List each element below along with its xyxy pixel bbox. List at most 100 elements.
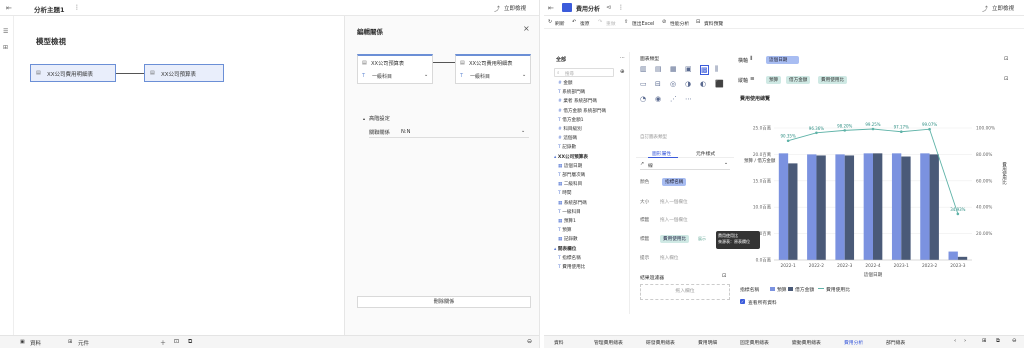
- preview-icon[interactable]: ⊟: [696, 19, 700, 25]
- field-item[interactable]: # 業者 系統部門碼: [558, 98, 597, 104]
- field-item[interactable]: ▦ 系統部門碼: [558, 200, 587, 206]
- sheet-tab[interactable]: 管理費用總表: [594, 339, 623, 346]
- chart-type-option[interactable]: ⋰: [670, 95, 677, 103]
- settings-icon[interactable]: ⊖: [527, 338, 532, 345]
- collapse-icon[interactable]: ▴: [363, 116, 365, 121]
- table-group-header[interactable]: ▴ 開表欄位: [554, 246, 576, 252]
- legend-budget[interactable]: 預算: [777, 286, 787, 293]
- tooltip-field-chip[interactable]: 費用使用比: [660, 235, 689, 243]
- add-dashboard-icon[interactable]: ⧉: [996, 338, 1000, 345]
- prev-sheet-icon[interactable]: ‹: [954, 338, 956, 344]
- chart-type-option[interactable]: ▭: [640, 80, 647, 88]
- field-item[interactable]: ▦ 記錄數: [558, 236, 578, 242]
- chart-type-option[interactable]: ⫼: [715, 65, 718, 74]
- view-now-button[interactable]: 立即檢視: [992, 4, 1014, 12]
- field-item[interactable]: T 費用使用比: [558, 264, 585, 270]
- chart-type-option[interactable]: ◐: [700, 80, 706, 88]
- tab-data[interactable]: 資料: [30, 339, 41, 347]
- y-axis-chip-ratio[interactable]: 費用使用比: [818, 76, 847, 84]
- relation-card-budget[interactable]: ▤ XX公司預算表 T 一級科目 ⌄: [357, 54, 433, 84]
- chart-type-option[interactable]: ⋯: [685, 95, 692, 103]
- more-icon[interactable]: ⋯: [620, 55, 625, 61]
- refresh-button[interactable]: 刷新: [555, 20, 565, 27]
- field-item[interactable]: # 這個碼: [558, 135, 577, 141]
- table-group-header[interactable]: ▴ XX公司預算表: [554, 154, 588, 160]
- back-icon[interactable]: ⇤: [548, 4, 554, 12]
- chart-type-option[interactable]: ▩: [700, 65, 709, 75]
- field-item[interactable]: T 部門層次碼: [558, 172, 585, 178]
- field-item[interactable]: ▦ 二級科目: [558, 181, 582, 187]
- field-item[interactable]: T 記錄數: [558, 144, 576, 150]
- share-icon[interactable]: ⤴: [494, 4, 500, 13]
- performance-button[interactable]: 性能分析: [670, 20, 689, 27]
- y-axis-chip-budget[interactable]: 預算: [766, 76, 782, 84]
- chevron-down-icon[interactable]: ⌄: [521, 128, 525, 134]
- add-sheet-icon[interactable]: ⊡: [174, 338, 179, 345]
- relation-card-expense[interactable]: ▤ XX公司費用明細表 T 一級科目 ⌄: [455, 54, 531, 84]
- relation-line[interactable]: [116, 73, 144, 74]
- field-item[interactable]: ▦ 預算1: [558, 218, 576, 224]
- share-link-icon[interactable]: ⊲: [606, 4, 611, 11]
- field-item[interactable]: T 一級科目: [558, 209, 581, 215]
- view-now-button[interactable]: 立即檢視: [504, 4, 526, 12]
- add-sheet-icon[interactable]: ⊞: [982, 338, 987, 344]
- checkbox-checked-icon[interactable]: ✓: [740, 299, 745, 304]
- list-icon[interactable]: ☰: [3, 28, 8, 35]
- sheet-tab[interactable]: 費用分析: [844, 339, 863, 346]
- sheet-tab[interactable]: 費用明細: [698, 339, 717, 346]
- chevron-down-icon[interactable]: ⌄: [522, 72, 526, 78]
- field-item[interactable]: T 時間: [558, 190, 571, 196]
- field-item[interactable]: # 金額: [558, 80, 573, 86]
- share-icon[interactable]: ⤴: [982, 4, 988, 13]
- sheet-tab[interactable]: 固定費用總表: [740, 339, 769, 346]
- refresh-icon[interactable]: ↻: [548, 19, 552, 25]
- mark-style-select[interactable]: ↗ 線 ⌄: [640, 161, 730, 170]
- tab-component[interactable]: 元件: [78, 339, 89, 347]
- back-icon[interactable]: ⇤: [6, 4, 12, 12]
- chevron-down-icon[interactable]: ⌄: [424, 72, 428, 78]
- field-item[interactable]: ▦ 這個日期: [558, 163, 582, 169]
- lock-icon[interactable]: ⊡: [722, 273, 726, 279]
- field-item[interactable]: T 預算: [558, 227, 571, 233]
- chart-type-option[interactable]: ◉: [655, 95, 661, 103]
- performance-icon[interactable]: ⊘: [662, 19, 666, 25]
- tab-graph-properties[interactable]: 圖形屬性: [652, 150, 671, 157]
- table-card-expense[interactable]: ▤ XX公司費用明細表: [30, 64, 116, 82]
- more-icon[interactable]: ⋮: [618, 4, 624, 11]
- filter-dropzone[interactable]: 拖入欄位: [640, 284, 730, 300]
- undo-button[interactable]: 復原: [580, 20, 590, 27]
- chart-type-option[interactable]: ◎: [670, 80, 676, 88]
- tab-all[interactable]: 全部: [556, 56, 566, 63]
- undo-icon[interactable]: ↶: [572, 19, 576, 25]
- chart-type-option[interactable]: ⊟: [655, 80, 661, 88]
- field-item[interactable]: # 借方金額 系統部門碼: [558, 108, 606, 114]
- sheet-tab[interactable]: 變動費用總表: [792, 339, 821, 346]
- label-dropzone[interactable]: 拖入一個欄位: [660, 217, 688, 223]
- chart-type-option[interactable]: ▥: [640, 65, 647, 73]
- sheet-tab[interactable]: 部門總表: [886, 339, 905, 346]
- field-item[interactable]: T 借方金額1: [558, 117, 584, 123]
- delete-relation-button[interactable]: 刪除關係: [357, 296, 531, 308]
- add-tab-icon[interactable]: ＋: [160, 338, 166, 347]
- settings-icon[interactable]: ⊖: [1012, 338, 1017, 344]
- field-item[interactable]: T 系統部門碼: [558, 89, 585, 95]
- x-axis-chip[interactable]: 這個日期: [766, 56, 800, 64]
- export-button[interactable]: 匯出Excel: [632, 20, 654, 27]
- sheet-tab[interactable]: 資料: [554, 339, 564, 346]
- chart-type-option[interactable]: ◑: [685, 80, 691, 88]
- add-dashboard-icon[interactable]: ⧉: [188, 338, 192, 346]
- relation-type-select[interactable]: N:N: [401, 129, 411, 135]
- model-icon[interactable]: ⊞: [3, 44, 8, 51]
- field-item[interactable]: T 指標名稱: [558, 255, 581, 261]
- chart-type-option[interactable]: ▦: [670, 65, 677, 73]
- field-item[interactable]: # 科目級別: [558, 126, 582, 132]
- lock-icon[interactable]: ⊡: [1004, 56, 1008, 62]
- chart-type-option[interactable]: ▣: [685, 65, 692, 73]
- chart-type-option[interactable]: ⬛: [715, 80, 724, 88]
- search-input[interactable]: ⌕ 搜尋: [554, 68, 614, 77]
- legend-debit[interactable]: 借方金額: [795, 286, 814, 293]
- legend-ratio[interactable]: 費用使用比: [826, 286, 850, 293]
- y-axis-chip-debit[interactable]: 借方金額: [786, 76, 811, 84]
- detail-dropzone[interactable]: 拖入欄位: [660, 255, 678, 261]
- redo-button[interactable]: 重做: [606, 20, 616, 27]
